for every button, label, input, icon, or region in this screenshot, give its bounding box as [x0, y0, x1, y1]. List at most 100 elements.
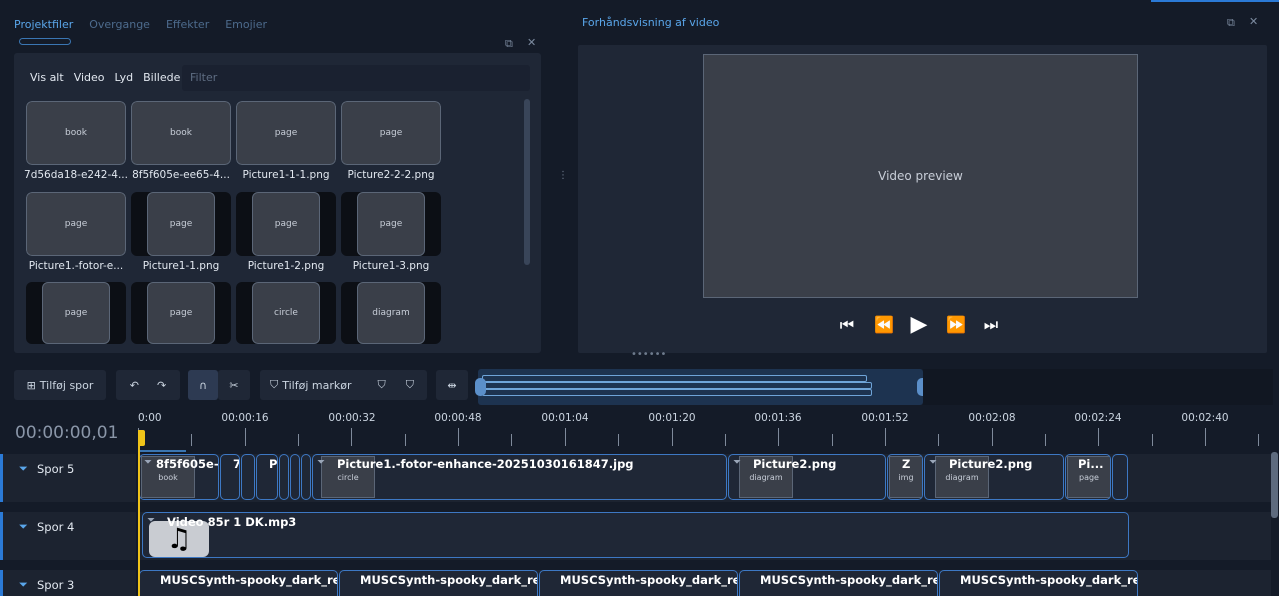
skip-to-end-icon[interactable]: ⏭ [982, 315, 1000, 335]
chevron-down-icon[interactable]: ⏷ [147, 515, 155, 526]
filter-input[interactable]: Filter [182, 65, 530, 91]
redo-icon[interactable]: ↷ [157, 379, 166, 392]
media-thumbnail[interactable]: book [26, 101, 126, 165]
media-thumbnail[interactable]: page [236, 192, 336, 256]
audio-clip[interactable]: MUSCSynth-spooky_dark_re... [339, 570, 538, 596]
previous-marker-icon[interactable]: ⛉ [378, 378, 386, 392]
clip-title: MUSCSynth-spooky_dark_re... [760, 573, 938, 587]
timeline-clip[interactable] [301, 454, 311, 500]
time-ruler[interactable]: 0:00 00:00:16 00:00:32 00:00:48 00:01:04… [138, 410, 1279, 452]
timeline-clip[interactable]: 7 [220, 454, 240, 500]
timeline-clip[interactable]: circle ⏷ Picture1.-fotor-enhance-2025103… [312, 454, 727, 500]
media-thumbnail[interactable]: page [131, 192, 231, 256]
audio-clip[interactable]: MUSCSynth-spooky_dark_re... [139, 570, 338, 596]
tab-transitions[interactable]: Overgange [89, 18, 150, 31]
timeline-clip[interactable] [279, 454, 289, 500]
track-header-3[interactable]: ⏷ Spor 3 [0, 570, 136, 596]
media-thumbnail[interactable]: page [236, 101, 336, 165]
ruler-tick [565, 428, 566, 446]
track-name: Spor 4 [37, 520, 75, 534]
clip-title: P [269, 457, 278, 471]
ruler-label: 00:02:40 [1181, 412, 1229, 424]
chevron-down-icon[interactable]: ⏷ [929, 457, 937, 468]
track-header-5[interactable]: ⏷ Spor 5 [0, 454, 136, 502]
ruler-tick [1045, 434, 1046, 446]
playhead-line[interactable] [138, 430, 140, 596]
tab-underline [19, 38, 71, 45]
clip-title: Picture2.png [949, 457, 1033, 471]
audio-clip[interactable]: MUSCSynth-spooky_dark_re... [739, 570, 938, 596]
add-marker-button[interactable]: ⛉ Tilføj markør ⛉ ⛉ [260, 370, 427, 400]
filter-audio[interactable]: Lyd [115, 71, 134, 84]
media-thumbnail[interactable]: page [26, 192, 126, 256]
tab-effects[interactable]: Effekter [166, 18, 209, 31]
timeline-clip[interactable]: img Z [887, 454, 923, 500]
play-icon[interactable]: ▶ [910, 312, 928, 337]
timeline-minimap[interactable] [475, 369, 928, 405]
float-window-icon[interactable]: ⧉ [505, 37, 513, 51]
thumb-placeholder: book [26, 101, 126, 165]
timeline-clip[interactable]: page Pi... [1065, 454, 1111, 500]
media-thumbnail[interactable]: page [131, 282, 231, 344]
chevron-down-icon[interactable]: ⏷ [19, 578, 28, 592]
timeline-clip[interactable]: diagram ⏷ Picture2.png [924, 454, 1064, 500]
timeline-clip[interactable] [1112, 454, 1128, 500]
chevron-down-icon[interactable]: ⏷ [19, 520, 28, 534]
timeline-clip[interactable] [290, 454, 300, 500]
video-frame: Video preview [703, 54, 1138, 298]
timeline-clip[interactable] [241, 454, 255, 500]
chevron-down-icon[interactable]: ⏷ [144, 457, 152, 468]
filter-video[interactable]: Video [74, 71, 105, 84]
vertical-splitter-handle[interactable]: ⋮ [558, 170, 568, 181]
timeline-clip[interactable]: P [256, 454, 278, 500]
horizontal-splitter-handle[interactable]: •••••• [631, 349, 666, 360]
thumb-placeholder: page [147, 192, 215, 256]
ruler-label: 00:01:52 [861, 412, 909, 424]
audio-clip[interactable]: MUSCSynth-spooky_dark_re... [939, 570, 1138, 596]
add-track-button[interactable]: ⊞ Tilføj spor [14, 370, 106, 400]
skip-to-start-icon[interactable]: ⏮ [838, 315, 856, 335]
timeline-clip[interactable]: book ⏷ 8f5f605e-... [139, 454, 219, 500]
media-thumbnail[interactable]: page [341, 192, 441, 256]
razor-button[interactable]: ✂ [218, 370, 250, 400]
thumb-placeholder: page [236, 101, 336, 165]
filter-image[interactable]: Billede [143, 71, 180, 84]
minimap-empty [923, 369, 1273, 405]
media-thumbnail[interactable]: page [26, 282, 126, 344]
ruler-tick [405, 434, 406, 446]
next-marker-icon[interactable]: ⛉ [406, 378, 414, 392]
thumb-placeholder: diagram [357, 282, 425, 344]
rewind-icon[interactable]: ⏪ [874, 315, 894, 334]
fast-forward-icon[interactable]: ⏩ [946, 315, 966, 334]
media-thumbnail[interactable]: circle [236, 282, 336, 344]
close-icon[interactable]: ✕ [527, 36, 536, 49]
undo-icon[interactable]: ↶ [130, 379, 139, 392]
media-thumbnail[interactable]: diagram [341, 282, 441, 344]
timeline-scrollbar[interactable] [1271, 452, 1278, 518]
tab-project-files[interactable]: Projektfiler [14, 18, 73, 31]
center-playhead-button[interactable]: ⇹ [436, 370, 468, 400]
chevron-down-icon[interactable]: ⏷ [317, 457, 325, 468]
chevron-down-icon[interactable]: ⏷ [19, 462, 28, 476]
minimap-handle-left[interactable] [475, 378, 486, 396]
filter-all[interactable]: Vis alt [30, 71, 64, 84]
clip-title: MUSCSynth-spooky_dark_re... [160, 573, 338, 587]
media-thumbnail[interactable]: page [341, 101, 441, 165]
audio-clip[interactable]: MUSCSynth-spooky_dark_re... [539, 570, 738, 596]
close-icon[interactable]: ✕ [1249, 15, 1258, 28]
tab-emojis[interactable]: Emojier [225, 18, 267, 31]
thumb-label: Picture1-1.png [142, 260, 220, 272]
chevron-down-icon[interactable]: ⏷ [733, 457, 741, 468]
float-window-icon[interactable]: ⧉ [1227, 16, 1235, 30]
clip-title: 7 [233, 457, 239, 471]
timeline-clip[interactable]: diagram ⏷ Picture2.png [728, 454, 886, 500]
track-header-4[interactable]: ⏷ Spor 4 [0, 512, 136, 560]
track-lane-4: ♫ ⏷ Video 85r 1 DK.mp3 [138, 512, 1271, 560]
playhead-handle[interactable] [138, 430, 145, 446]
audio-clip[interactable]: ♫ ⏷ Video 85r 1 DK.mp3 [142, 512, 1129, 558]
ruler-tick [298, 434, 299, 446]
media-scrollbar[interactable] [524, 99, 530, 265]
media-thumbnail[interactable]: book [131, 101, 231, 165]
clip-title: Picture1.-fotor-enhance-20251030161847.j… [337, 457, 634, 471]
magnet-button[interactable]: ∩ [188, 370, 218, 400]
